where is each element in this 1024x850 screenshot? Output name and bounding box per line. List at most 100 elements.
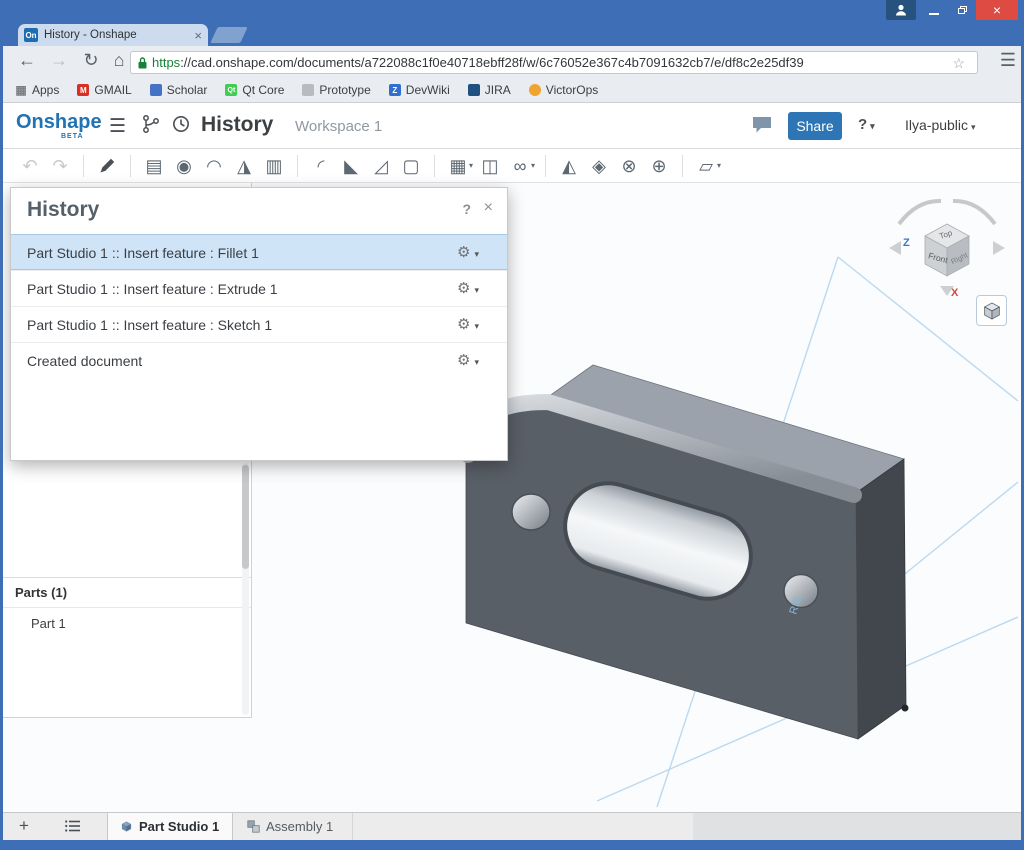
jira-icon [468, 84, 480, 96]
chevron-down-icon[interactable]: ▾ [469, 161, 473, 170]
profile-icon[interactable] [886, 0, 916, 20]
chrome-menu-icon[interactable]: ☰ [1000, 50, 1016, 71]
mirror-icon[interactable]: ◫ [475, 151, 505, 181]
bookmark-jira[interactable]: JIRA [468, 83, 511, 97]
versions-branch-icon[interactable] [141, 113, 161, 141]
add-tab-icon[interactable]: + [19, 816, 29, 836]
extrude-icon[interactable]: ▤ [139, 151, 169, 181]
back-icon[interactable]: ← [15, 50, 39, 71]
browser-tab[interactable]: On History - Onshape × [18, 24, 208, 46]
feature-toolbar: ↶ ↷ ▤ ◉ ◠ ◮ ▥ ◜ ◣ ◿ ▢ ▦ ▾ ◫ ∞ ▾ ◭ ◈ ⊗ ⊕ … [3, 149, 1021, 183]
browser-window: On History - Onshape × × ← → ↻ ⌂ https:/… [0, 0, 1024, 850]
chamfer-icon[interactable]: ◣ [336, 151, 366, 181]
chevron-down-icon: ▾ [870, 121, 875, 131]
history-entry[interactable]: Part Studio 1 :: Insert feature : Extrud… [11, 270, 507, 306]
tab-list-icon[interactable] [65, 819, 81, 838]
rotate-ccw-icon[interactable] [899, 201, 941, 224]
entry-settings-button[interactable]: ⚙▾ [457, 307, 479, 344]
beta-label: BETA [61, 133, 84, 140]
thicken-icon[interactable]: ▥ [259, 151, 289, 181]
close-button[interactable]: × [976, 0, 1018, 20]
bookmark-gmail[interactable]: MGMAIL [77, 83, 131, 97]
entry-settings-button[interactable]: ⚙▾ [457, 235, 479, 272]
entry-settings-button[interactable]: ⚙▾ [457, 343, 479, 380]
url-scheme: https [152, 55, 180, 70]
sweep-icon[interactable]: ◠ [199, 151, 229, 181]
panel-help-icon[interactable]: ? [462, 201, 471, 217]
bookmark-devwiki[interactable]: ZDevWiki [389, 83, 450, 97]
comment-icon[interactable] [751, 115, 773, 141]
rotate-left-icon[interactable] [889, 241, 901, 255]
tab-part-studio-1[interactable]: Part Studio 1 [107, 813, 233, 840]
modify-icon[interactable]: ⊕ [644, 151, 674, 181]
history-clock-icon[interactable] [171, 114, 191, 140]
tab-close-icon[interactable]: × [194, 29, 202, 42]
bookmark-qtcore[interactable]: QtQt Core [225, 83, 284, 97]
home-icon[interactable]: ⌂ [107, 50, 131, 71]
bookmark-apps[interactable]: ▦Apps [15, 83, 59, 97]
app-menu-icon[interactable]: ☰ [109, 115, 126, 138]
part-list-item[interactable]: Part 1 [3, 611, 251, 637]
user-menu[interactable]: Ilya-public▾ [905, 117, 976, 133]
left-hole [512, 494, 550, 530]
redo-icon[interactable]: ↷ [45, 151, 75, 181]
devwiki-icon: Z [389, 84, 401, 96]
sketch-icon[interactable] [92, 151, 122, 181]
onshape-logo[interactable]: Onshape [16, 111, 102, 134]
address-bar[interactable]: https://cad.onshape.com/documents/a72208… [130, 51, 978, 74]
bookmark-star-icon[interactable]: ☆ [952, 55, 965, 72]
chevron-down-icon[interactable]: ▾ [531, 161, 535, 170]
restore-button[interactable] [948, 0, 976, 20]
window-titlebar: On History - Onshape × × [0, 0, 1024, 46]
assembly-icon [247, 820, 260, 833]
delete-part-icon[interactable]: ⊗ [614, 151, 644, 181]
part-body[interactable]: RIB [466, 365, 909, 739]
history-panel: History ? × Part Studio 1 :: Insert feat… [10, 187, 508, 461]
rotate-cw-icon[interactable] [953, 201, 995, 224]
history-panel-title: History [27, 198, 99, 222]
help-menu[interactable]: ?▾ [858, 116, 875, 133]
chevron-down-icon: ▾ [971, 122, 976, 132]
transform-icon[interactable]: ◈ [584, 151, 614, 181]
history-entry[interactable]: Part Studio 1 :: Insert feature : Fillet… [11, 234, 507, 270]
bookmark-scholar[interactable]: Scholar [150, 83, 208, 97]
revolve-icon[interactable]: ◉ [169, 151, 199, 181]
gear-icon: ⚙ [457, 244, 470, 261]
tab-assembly-1[interactable]: Assembly 1 [235, 813, 353, 840]
tab-title: History - Onshape [44, 29, 188, 41]
chevron-down-icon[interactable]: ▾ [717, 161, 721, 170]
sidebar-scrollbar-thumb[interactable] [242, 465, 249, 569]
history-entry[interactable]: Part Studio 1 :: Insert feature : Sketch… [11, 306, 507, 342]
fillet-icon[interactable]: ◜ [306, 151, 336, 181]
onshape-header: Onshape BETA ☰ History Workspace 1 Share… [3, 103, 1021, 149]
rotate-right-icon[interactable] [993, 241, 1005, 255]
x-axis-label: X [951, 287, 959, 299]
onshape-favicon: On [24, 28, 38, 42]
window-border [0, 840, 1024, 850]
history-entry[interactable]: Created document ⚙▾ [11, 342, 507, 378]
chevron-down-icon: ▾ [474, 285, 479, 295]
gear-icon: ⚙ [457, 352, 470, 369]
undo-icon[interactable]: ↶ [15, 151, 45, 181]
document-tab-bar: + Part Studio 1 Assembly 1 [3, 812, 1021, 840]
shell-icon[interactable]: ▢ [396, 151, 426, 181]
entry-settings-button[interactable]: ⚙▾ [457, 271, 479, 308]
window-border [0, 46, 3, 840]
new-tab-button[interactable] [210, 27, 247, 43]
vertex-marker [902, 705, 909, 712]
https-lock-icon [137, 56, 148, 70]
isometric-view-button[interactable] [976, 295, 1007, 326]
draft-icon[interactable]: ◿ [366, 151, 396, 181]
chevron-down-icon: ▾ [474, 357, 479, 367]
share-button[interactable]: Share [788, 112, 842, 140]
bookmark-victorops[interactable]: VictorOps [529, 83, 598, 97]
minimize-button[interactable] [920, 0, 948, 20]
panel-close-icon[interactable]: × [484, 199, 493, 217]
bookmark-prototype[interactable]: Prototype [302, 83, 370, 97]
view-cube[interactable]: Top Front Right Z X [889, 201, 1005, 299]
loft-icon[interactable]: ◮ [229, 151, 259, 181]
split-icon[interactable]: ◭ [554, 151, 584, 181]
reload-icon[interactable]: ↻ [79, 50, 103, 71]
url-text: ://cad.onshape.com/documents/a722088c1f0… [180, 55, 804, 70]
forward-icon[interactable]: → [47, 50, 71, 71]
